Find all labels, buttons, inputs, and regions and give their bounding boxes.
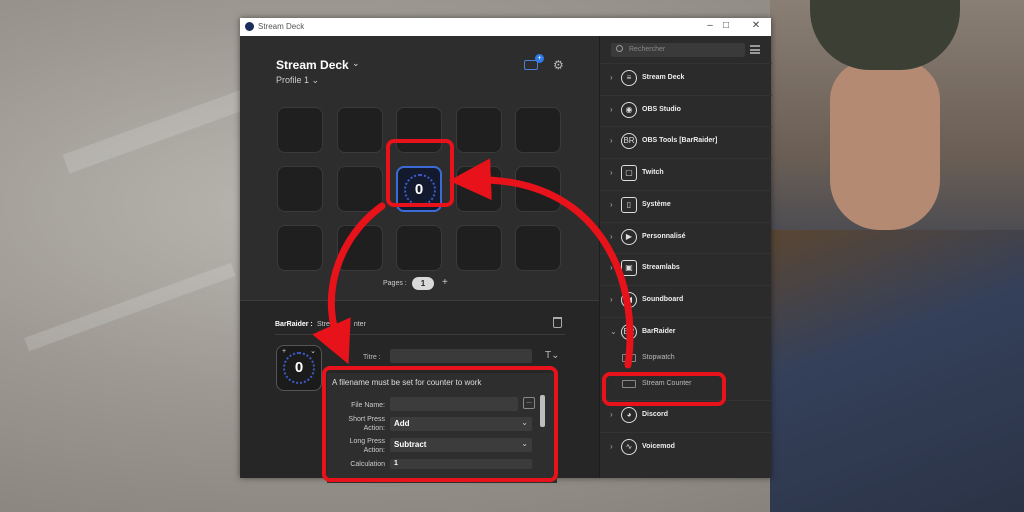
chevron-right-icon[interactable]: › <box>610 410 613 419</box>
category-obs-studio[interactable]: › ◉ OBS Studio <box>600 94 772 125</box>
soundboard-icon: ◀ <box>621 291 637 308</box>
divider <box>275 334 565 335</box>
deck-key[interactable] <box>396 225 442 271</box>
category-syst-me[interactable]: › ▯ Système <box>600 189 772 220</box>
barraider-icon: BR <box>621 323 637 340</box>
chevron-right-icon[interactable]: › <box>610 73 613 82</box>
category-voicemod[interactable]: › ∿ Voicemod <box>600 432 772 462</box>
category-label: OBS Studio <box>642 105 681 113</box>
category-label: Discord <box>642 411 669 419</box>
key-preview[interactable]: + ⌄ 0 <box>276 345 322 391</box>
chevron-right-icon[interactable]: › <box>610 263 613 272</box>
deck-key[interactable] <box>336 225 383 271</box>
actions-sidebar: Rechercher › ≡ Stream Deck › ◉ OBS Studio › BR O… <box>599 36 772 478</box>
custom-icon: ▶ <box>621 228 637 245</box>
deck-key[interactable] <box>336 107 383 153</box>
chevron-right-icon[interactable]: › <box>610 105 613 114</box>
add-page-button[interactable]: + <box>442 277 448 288</box>
category-label: Voicemod <box>642 443 675 450</box>
category-twitch[interactable]: › ▢ Twitch <box>600 158 772 188</box>
deck-key[interactable] <box>277 107 323 153</box>
deck-key[interactable] <box>515 225 561 271</box>
chevron-right-icon[interactable]: › <box>610 295 613 304</box>
obs-icon: ◉ <box>621 101 637 118</box>
chevron-down-icon[interactable]: ⌄ <box>610 327 617 336</box>
deck-key[interactable] <box>277 166 323 212</box>
title-input[interactable] <box>390 349 532 363</box>
deck-key[interactable] <box>336 166 383 212</box>
search-icon <box>616 45 623 52</box>
background-soldier-image <box>770 0 1024 512</box>
action-stopwatch[interactable]: Stopwatch <box>600 346 772 370</box>
text-format-icon[interactable]: T⌄ <box>545 350 560 361</box>
category-soundboard[interactable]: › ◀ Soundboard <box>600 284 772 315</box>
category-label: Twitch <box>642 169 664 177</box>
chevron-right-icon[interactable]: › <box>610 136 613 145</box>
twitch-icon: ▢ <box>621 165 637 182</box>
deck-key[interactable] <box>455 107 502 153</box>
category-personnalis-[interactable]: › ▶ Personnalisé <box>600 221 772 252</box>
deck-key[interactable] <box>515 166 561 212</box>
action-icon <box>622 354 636 363</box>
category-label: Personnalisé <box>642 232 686 240</box>
page-1-button[interactable]: 1 <box>412 277 434 290</box>
keyboard-add-icon[interactable]: + <box>524 54 544 70</box>
category-label: Streamlabs <box>642 264 680 272</box>
title-label: Titre : <box>363 354 381 361</box>
chevron-down-icon[interactable]: ⌄ <box>310 347 316 355</box>
highlight-active-key <box>386 139 454 207</box>
discord-icon: ◕ <box>621 407 637 424</box>
chevron-down-icon[interactable]: ⌄ <box>352 58 360 69</box>
chevron-right-icon[interactable]: › <box>610 168 613 177</box>
pages-label: Pages : <box>383 280 407 287</box>
search-placeholder: Rechercher <box>629 46 666 53</box>
maximize-button[interactable]: □ <box>719 20 733 31</box>
background-streak <box>62 86 258 174</box>
obs-tools-icon: BR <box>621 133 637 150</box>
deck-key[interactable] <box>455 166 502 212</box>
category-label: OBS Tools [BarRaider] <box>642 137 718 145</box>
gear-icon[interactable]: ⚙ <box>553 59 565 71</box>
device-name[interactable]: Stream Deck <box>276 58 349 72</box>
plus-icon: + <box>282 348 287 355</box>
voicemod-icon: ∿ <box>621 439 637 455</box>
title-bar: Stream Deck – □ ✕ <box>240 18 771 36</box>
trash-icon[interactable] <box>553 317 562 328</box>
minimize-button[interactable]: – <box>703 20 717 31</box>
category-label: Stream Deck <box>642 74 685 81</box>
profile-selector[interactable]: Profile 1 ⌄ <box>276 75 319 86</box>
deck-key[interactable] <box>455 225 502 271</box>
category-label: Soundboard <box>642 295 684 303</box>
category-streamlabs[interactable]: › ▣ Streamlabs <box>600 253 772 283</box>
streamlabs-icon: ▣ <box>621 260 637 277</box>
category-label: Système <box>642 200 671 208</box>
category-barraider[interactable]: ⌄ BR BarRaider <box>600 316 772 347</box>
list-view-icon[interactable] <box>750 45 760 54</box>
action-plugin-name: BarRaider : <box>275 321 313 328</box>
system-icon: ▯ <box>621 196 637 213</box>
highlight-stream-counter <box>602 372 726 406</box>
chevron-right-icon[interactable]: › <box>610 200 613 209</box>
stream-deck-icon: ≡ <box>621 70 637 86</box>
action-name: Stre nter <box>317 321 366 328</box>
action-label: Stopwatch <box>642 354 675 362</box>
deck-key[interactable] <box>515 107 561 153</box>
highlight-settings-panel <box>322 366 558 482</box>
deck-key[interactable] <box>277 225 323 271</box>
background-streak <box>24 262 236 352</box>
window-title: Stream Deck <box>258 22 305 31</box>
category-obs-tools-barraider-[interactable]: › BR OBS Tools [BarRaider] <box>600 126 772 156</box>
category-stream-deck[interactable]: › ≡ Stream Deck <box>600 63 772 93</box>
chevron-right-icon[interactable]: › <box>610 232 613 241</box>
search-input[interactable]: Rechercher <box>611 43 745 57</box>
key-preview-value: 0 <box>294 359 304 376</box>
chevron-right-icon[interactable]: › <box>610 442 613 451</box>
app-icon <box>245 22 254 31</box>
close-button[interactable]: ✕ <box>749 20 763 31</box>
category-label: BarRaider <box>642 327 676 335</box>
